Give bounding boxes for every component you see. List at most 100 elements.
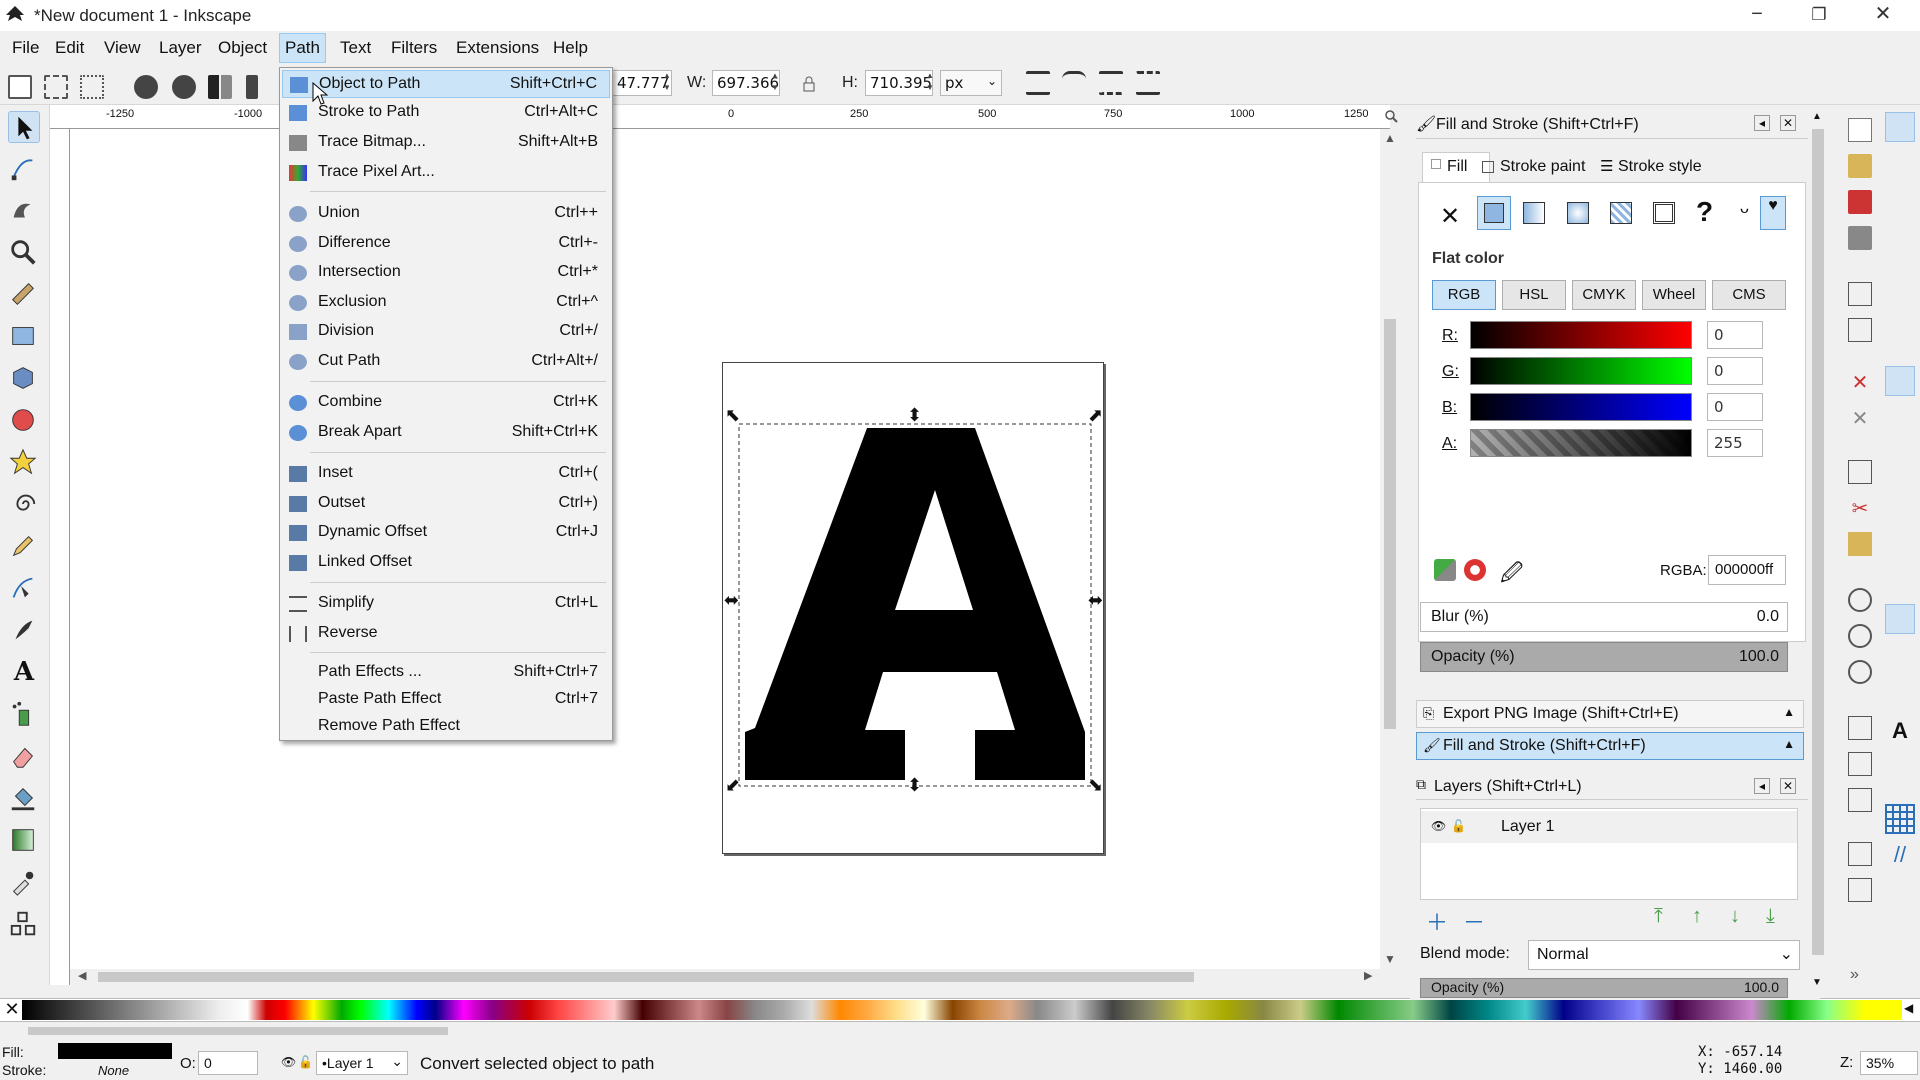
- panel-iconify-icon[interactable]: ◂: [1754, 778, 1770, 794]
- lock-icon[interactable]: [802, 76, 816, 92]
- scroll-left-icon[interactable]: ◀: [78, 969, 86, 982]
- resize-handle-ne-icon[interactable]: ⬈: [1088, 405, 1103, 426]
- menu-item-break-apart[interactable]: Break Apart Shift+Ctrl+K: [282, 419, 610, 447]
- menu-item-cut-path[interactable]: Cut Path Ctrl+Alt+/: [282, 348, 610, 376]
- zoom-field[interactable]: 35%: [1860, 1051, 1918, 1075]
- panel-close-icon[interactable]: ✕: [1780, 115, 1796, 131]
- rotate-ccw-icon[interactable]: [134, 75, 158, 99]
- measure-tool-icon[interactable]: [8, 279, 40, 311]
- fill-indicator[interactable]: [58, 1043, 172, 1059]
- menu-file[interactable]: File: [6, 38, 45, 58]
- minimize-button[interactable]: −: [1726, 0, 1788, 31]
- redo-icon[interactable]: ✕: [1848, 406, 1872, 430]
- fill-rule-nonzero-icon[interactable]: ♥: [1760, 196, 1786, 230]
- menu-filters[interactable]: Filters: [385, 38, 443, 58]
- connector-tool-icon[interactable]: [8, 909, 40, 941]
- snap-rotation-center-icon[interactable]: [1885, 680, 1915, 710]
- calligraphy-tool-icon[interactable]: [8, 615, 40, 647]
- snap-text-baseline-icon[interactable]: A: [1885, 718, 1915, 748]
- menu-view[interactable]: View: [98, 38, 147, 58]
- group-icon[interactable]: [1848, 842, 1872, 866]
- selector-tool-icon[interactable]: [8, 111, 40, 143]
- snap-smooth-nodes-icon[interactable]: [1885, 518, 1915, 548]
- menu-help[interactable]: Help: [547, 38, 594, 58]
- mesh-gradient-icon[interactable]: [1610, 202, 1632, 224]
- snap-centers-icon[interactable]: [1885, 642, 1915, 672]
- resize-handle-s-icon[interactable]: ⬍: [907, 775, 922, 796]
- pattern-icon[interactable]: [1653, 202, 1675, 224]
- radial-gradient-icon[interactable]: [1567, 202, 1589, 224]
- menu-item-reverse[interactable]: Reverse: [282, 620, 610, 648]
- mode-rgb-button[interactable]: RGB: [1432, 280, 1496, 310]
- menu-item-dynamic-offset[interactable]: Dynamic Offset Ctrl+J: [282, 519, 610, 547]
- layer-lock-icon[interactable]: 🔓: [1451, 819, 1466, 833]
- layer-to-bottom-icon[interactable]: ⤓: [1766, 905, 1775, 928]
- zoom-tool-icon[interactable]: [8, 237, 40, 269]
- export-doc-icon[interactable]: [1848, 318, 1872, 342]
- close-button[interactable]: ✕: [1852, 0, 1914, 31]
- palette-scroll-icon[interactable]: ◀: [1904, 1001, 1913, 1015]
- current-layer-select[interactable]: •Layer 1 ⌄: [316, 1051, 408, 1075]
- layer-visibility-icon[interactable]: 👁: [281, 1055, 296, 1069]
- new-document-icon[interactable]: [1848, 118, 1872, 142]
- pen-tool-icon[interactable]: [8, 573, 40, 605]
- star-tool-icon[interactable]: [8, 447, 40, 479]
- scroll-up-icon[interactable]: ▲: [1384, 131, 1396, 145]
- transform-gradients-icon[interactable]: [1099, 71, 1123, 95]
- eraser-tool-icon[interactable]: [8, 741, 40, 773]
- cut-icon[interactable]: ✂: [1848, 496, 1872, 520]
- flip-horizontal-icon[interactable]: [208, 75, 232, 99]
- menu-item-remove-path-effect[interactable]: Remove Path Effect: [282, 713, 610, 741]
- spiral-tool-icon[interactable]: [8, 489, 40, 521]
- tab-stroke-paint[interactable]: Stroke paint: [1482, 152, 1596, 182]
- color-picker-icon[interactable]: 🖉: [1500, 556, 1523, 594]
- undo-icon[interactable]: ✕: [1848, 370, 1872, 394]
- zoom-selection-icon[interactable]: [1848, 588, 1872, 612]
- red-slider[interactable]: [1470, 321, 1692, 349]
- node-tool-icon[interactable]: [8, 153, 40, 185]
- resize-handle-nw-icon[interactable]: ⬉: [725, 405, 740, 426]
- dropper-tool-icon[interactable]: [8, 867, 40, 899]
- x-spin-arrows[interactable]: ▲ ▼: [662, 70, 672, 96]
- more-commands-icon[interactable]: »: [1850, 966, 1859, 984]
- mode-hsl-button[interactable]: HSL: [1502, 280, 1566, 310]
- blend-mode-select[interactable]: Normal ⌄: [1528, 940, 1800, 970]
- resize-handle-sw-icon[interactable]: ⬋: [725, 775, 740, 796]
- menu-extensions[interactable]: Extensions: [450, 38, 545, 58]
- mode-wheel-button[interactable]: Wheel: [1642, 280, 1706, 310]
- unlink-clone-icon[interactable]: [1848, 788, 1872, 812]
- transform-patterns-icon[interactable]: [1136, 71, 1160, 95]
- tab-stroke-style[interactable]: ☰ Stroke style: [1600, 152, 1730, 182]
- no-paint-swatch-icon[interactable]: ✕: [2, 999, 22, 1021]
- open-icon[interactable]: [1848, 154, 1872, 178]
- fill-stroke-tab[interactable]: 🖌 Fill and Stroke (Shift+Ctrl+F) ▲: [1416, 732, 1804, 760]
- out-of-gamut-icon[interactable]: [1464, 559, 1486, 581]
- no-paint-icon[interactable]: ✕: [1440, 202, 1460, 231]
- menu-item-object-to-path[interactable]: Object to Path Shift+Ctrl+C: [282, 70, 610, 98]
- blue-slider[interactable]: [1470, 393, 1692, 421]
- blue-value[interactable]: 0: [1707, 393, 1763, 421]
- save-icon[interactable]: [1848, 190, 1872, 214]
- palette-scrollbar[interactable]: [20, 1024, 1900, 1038]
- clone-icon[interactable]: [1848, 752, 1872, 776]
- zoom-page-icon[interactable]: [1848, 660, 1872, 684]
- h-spin-arrows[interactable]: ▲ ▼: [925, 70, 935, 96]
- menu-text[interactable]: Text: [334, 38, 377, 58]
- red-value[interactable]: 0: [1707, 321, 1763, 349]
- horizontal-scrollbar[interactable]: ◀ ▶: [70, 969, 1400, 985]
- alpha-slider[interactable]: [1470, 429, 1692, 457]
- layer-to-top-icon[interactable]: ⤒: [1654, 905, 1663, 928]
- menu-item-trace-bitmap[interactable]: Trace Bitmap... Shift+Alt+B: [282, 129, 610, 157]
- tab-fill[interactable]: Fill: [1422, 152, 1490, 182]
- scale-corners-icon[interactable]: [1062, 71, 1086, 95]
- flat-color-button[interactable]: [1477, 196, 1511, 230]
- scroll-right-icon[interactable]: ▶: [1364, 969, 1372, 982]
- menu-item-paste-path-effect[interactable]: Paste Path Effect Ctrl+7: [282, 686, 610, 714]
- resize-handle-w-icon[interactable]: ⬌: [724, 590, 739, 611]
- rotate-cw-icon[interactable]: [172, 75, 196, 99]
- menu-path[interactable]: Path: [279, 33, 326, 63]
- snap-nodes-icon[interactable]: [1885, 366, 1915, 396]
- menu-item-linked-offset[interactable]: Linked Offset: [282, 549, 610, 577]
- snap-enable-icon[interactable]: [1885, 112, 1915, 142]
- dock-scroll-thumb[interactable]: [1812, 129, 1824, 955]
